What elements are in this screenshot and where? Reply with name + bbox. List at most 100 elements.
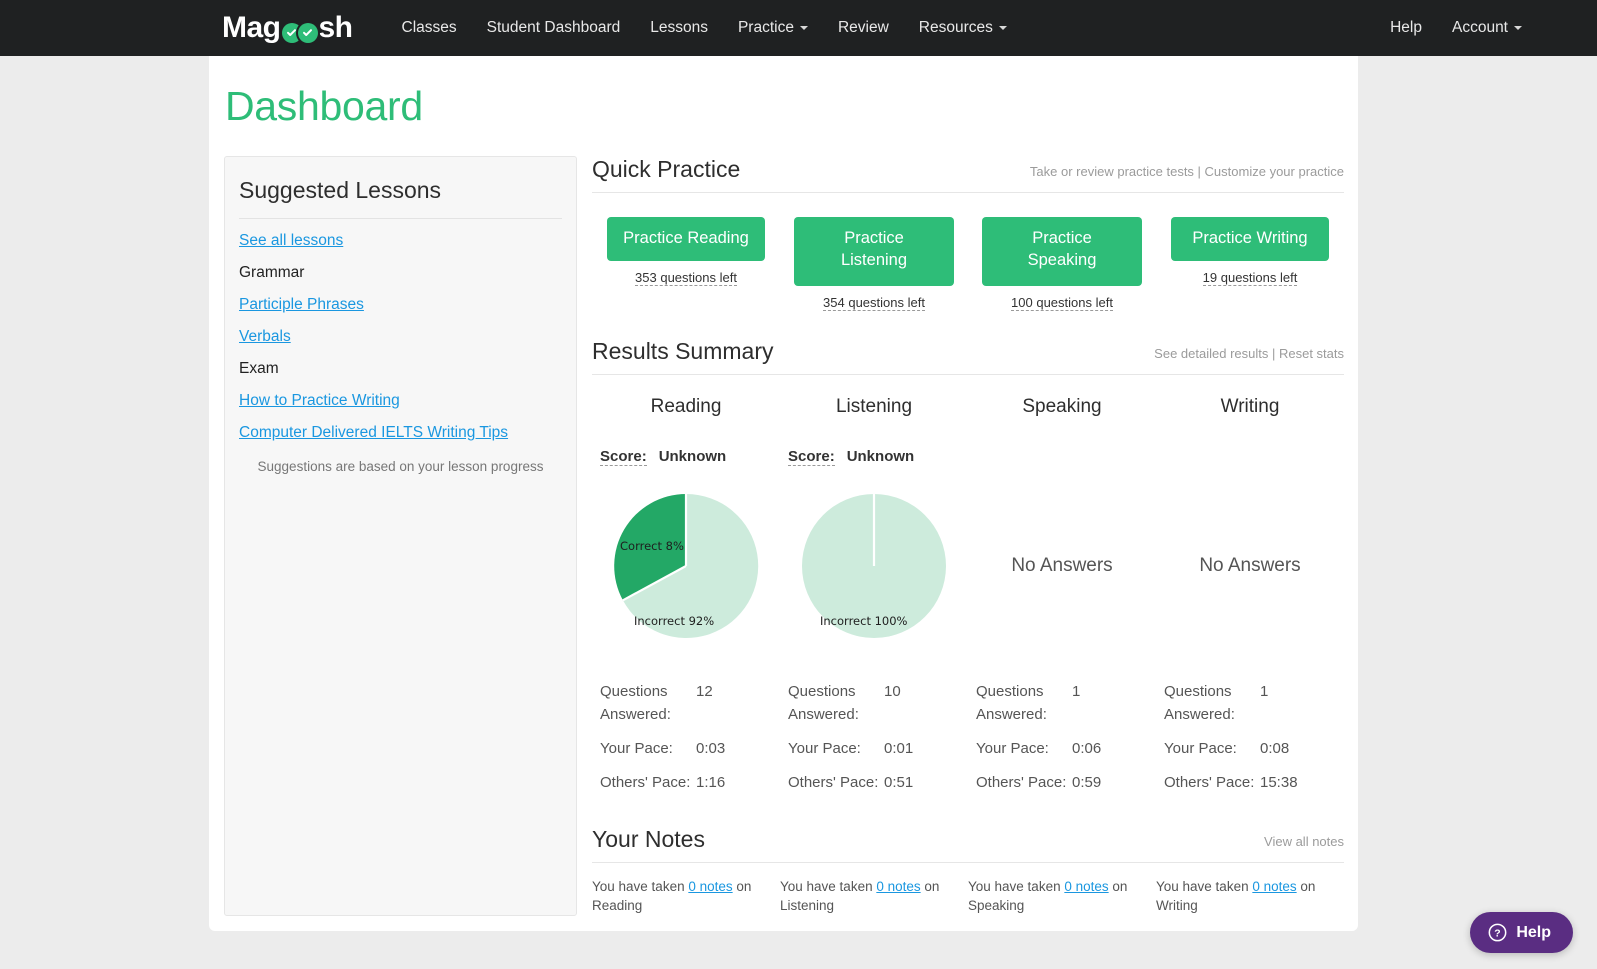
stat-value: 1: [1260, 680, 1268, 727]
skill-headers-row: Reading Listening Speaking Writing: [592, 375, 1344, 418]
stats-cell-speaking: Questions Answered: 1 Your Pace: 0:06 Ot…: [968, 680, 1156, 806]
pie-cell-reading: Correct 8% Incorrect 92%: [592, 466, 780, 666]
nav-item-practice[interactable]: Practice: [723, 0, 823, 56]
nav-item-review[interactable]: Review: [823, 0, 904, 56]
lesson-category-label: Exam: [239, 360, 279, 377]
link-separator: |: [1268, 346, 1279, 361]
help-widget-button[interactable]: ? Help: [1470, 912, 1573, 953]
stat-label: Questions Answered:: [976, 680, 1072, 727]
score-value-reading: Unknown: [659, 448, 727, 465]
quick-practice-links: Take or review practice tests | Customiz…: [1030, 164, 1344, 183]
lesson-item-participle-phrases: Participle Phrases: [239, 289, 562, 321]
stat-label: Your Pace:: [788, 737, 884, 760]
practice-cell-writing: Practice Writing 19 questions left: [1156, 217, 1344, 311]
score-row-group: Score: Unknown Score: Unknown: [592, 418, 1344, 466]
practice-buttons-grid: Practice Reading 353 questions left Prac…: [592, 193, 1344, 311]
secondary-nav: Help Account: [1375, 0, 1537, 56]
stat-others-pace: Others' Pace: 1:16: [600, 771, 780, 805]
nav-item-classes[interactable]: Classes: [387, 0, 472, 56]
nav-item-student-dashboard[interactable]: Student Dashboard: [472, 0, 636, 56]
practice-speaking-button[interactable]: Practice Speaking: [982, 217, 1142, 286]
suggested-lessons-heading: Suggested Lessons: [239, 177, 562, 218]
stat-your-pace: Your Pace: 0:06: [976, 737, 1156, 771]
nav-item-help[interactable]: Help: [1375, 0, 1437, 56]
stats-row: Questions Answered: 12 Your Pace: 0:03 O…: [592, 666, 1344, 806]
score-label[interactable]: Score:: [600, 448, 647, 466]
quick-practice-header: Quick Practice Take or review practice t…: [592, 156, 1344, 192]
view-all-notes-link[interactable]: View all notes: [1264, 834, 1344, 849]
practice-cell-listening: Practice Listening 354 questions left: [780, 217, 968, 311]
lesson-link[interactable]: How to Practice Writing: [239, 392, 400, 409]
magoosh-logo[interactable]: Mag sh: [222, 13, 353, 43]
content-area: Suggested Lessons See all lessons Gramma…: [209, 130, 1358, 916]
note-count-link[interactable]: 0 notes: [1252, 879, 1296, 894]
stat-others-pace: Others' Pace: 0:59: [976, 771, 1156, 805]
note-count-link[interactable]: 0 notes: [876, 879, 920, 894]
stats-cell-reading: Questions Answered: 12 Your Pace: 0:03 O…: [592, 680, 780, 806]
practice-cell-speaking: Practice Speaking 100 questions left: [968, 217, 1156, 311]
reading-pie-chart: Correct 8% Incorrect 92%: [610, 490, 762, 642]
lesson-link[interactable]: Computer Delivered IELTS Writing Tips: [239, 424, 508, 441]
results-summary-section: Results Summary See detailed results | R…: [592, 311, 1344, 806]
stat-your-pace: Your Pace: 0:08: [1164, 737, 1344, 771]
see-detailed-results-link[interactable]: See detailed results: [1154, 346, 1268, 361]
pie-cell-speaking: No Answers: [968, 466, 1156, 666]
nav-item-review-label: Review: [838, 19, 889, 36]
speaking-questions-left[interactable]: 100 questions left: [1011, 295, 1113, 311]
reset-stats-link[interactable]: Reset stats: [1279, 346, 1344, 361]
your-notes-title: Your Notes: [592, 826, 705, 853]
speaking-no-answers: No Answers: [1011, 555, 1112, 577]
stat-label: Your Pace:: [1164, 737, 1260, 760]
note-prefix: You have taken: [780, 879, 876, 894]
practice-listening-button[interactable]: Practice Listening: [794, 217, 954, 286]
note-cell-reading: You have taken 0 notes on Reading: [592, 877, 780, 916]
see-all-lessons-link[interactable]: See all lessons: [239, 232, 343, 249]
take-or-review-practice-tests-link[interactable]: Take or review practice tests: [1030, 164, 1194, 179]
chevron-down-icon: [999, 26, 1007, 30]
stat-questions-answered: Questions Answered: 12: [600, 680, 780, 738]
customize-your-practice-link[interactable]: Customize your practice: [1205, 164, 1344, 179]
note-count-link[interactable]: 0 notes: [1064, 879, 1108, 894]
lesson-link[interactable]: Participle Phrases: [239, 296, 364, 313]
nav-item-classes-label: Classes: [402, 19, 457, 36]
practice-writing-button[interactable]: Practice Writing: [1171, 217, 1329, 261]
score-label[interactable]: Score:: [788, 448, 835, 466]
reading-questions-left[interactable]: 353 questions left: [635, 270, 737, 286]
lesson-category-exam: Exam: [239, 353, 562, 385]
nav-item-resources[interactable]: Resources: [904, 0, 1022, 56]
chevron-down-icon: [1514, 26, 1522, 30]
stat-label: Others' Pace:: [788, 771, 884, 794]
page-container: Dashboard Suggested Lessons See all less…: [209, 56, 1358, 931]
stat-label: Your Pace:: [600, 737, 696, 760]
results-summary-header: Results Summary See detailed results | R…: [592, 338, 1344, 374]
stat-your-pace: Your Pace: 0:01: [788, 737, 968, 771]
nav-item-account-label: Account: [1452, 19, 1508, 36]
note-count-link[interactable]: 0 notes: [688, 879, 732, 894]
lesson-category-grammar: Grammar: [239, 257, 562, 289]
score-speaking-empty: [968, 418, 1156, 466]
nav-item-account[interactable]: Account: [1437, 0, 1537, 56]
stat-value: 12: [696, 680, 713, 727]
nav-item-resources-label: Resources: [919, 19, 993, 36]
listening-questions-left[interactable]: 354 questions left: [823, 295, 925, 311]
lesson-link[interactable]: Verbals: [239, 328, 291, 345]
main-column: Quick Practice Take or review practice t…: [577, 156, 1358, 916]
note-prefix: You have taken: [1156, 879, 1252, 894]
nav-item-lessons[interactable]: Lessons: [635, 0, 723, 56]
practice-reading-button[interactable]: Practice Reading: [607, 217, 765, 261]
stat-value: 0:03: [696, 737, 725, 760]
magoosh-check-logo-icon: [282, 23, 318, 43]
listening-pie-label-incorrect: Incorrect 100%: [820, 614, 907, 628]
lesson-item-how-to-practice-writing: How to Practice Writing: [239, 385, 562, 417]
nav-item-student-dashboard-label: Student Dashboard: [487, 19, 621, 36]
stat-label: Others' Pace:: [1164, 771, 1260, 794]
writing-questions-left[interactable]: 19 questions left: [1203, 270, 1298, 286]
stat-questions-answered: Questions Answered: 10: [788, 680, 968, 738]
stat-label: Your Pace:: [976, 737, 1072, 760]
results-summary-links: See detailed results | Reset stats: [1154, 346, 1344, 365]
stat-value: 15:38: [1260, 771, 1298, 794]
stat-label: Questions Answered:: [788, 680, 884, 727]
nav-item-help-label: Help: [1390, 19, 1422, 36]
pie-cell-listening: Incorrect 100%: [780, 466, 968, 666]
stat-value: 0:08: [1260, 737, 1289, 760]
